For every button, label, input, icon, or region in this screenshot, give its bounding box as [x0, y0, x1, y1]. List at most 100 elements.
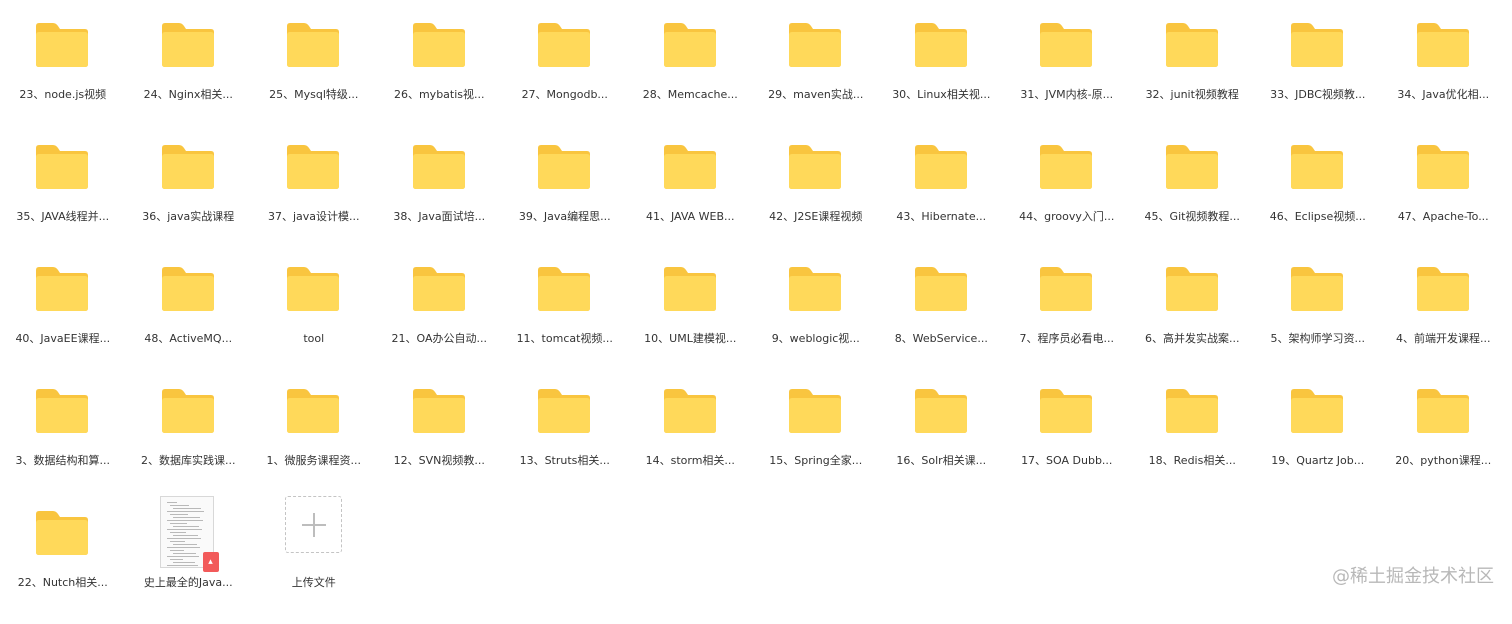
item-label: 9、weblogic视... — [771, 332, 860, 345]
folder-item[interactable]: 23、node.js视频 — [0, 14, 126, 136]
folder-thumb — [33, 502, 93, 568]
folder-item[interactable]: 35、JAVA线程并... — [0, 136, 126, 258]
folder-item[interactable]: 12、SVN视频教... — [377, 380, 503, 502]
folder-item[interactable]: 25、Mysql特级... — [251, 14, 377, 136]
folder-item[interactable]: 31、JVM内核-原... — [1004, 14, 1130, 136]
folder-item[interactable]: 6、高并发实战案... — [1130, 258, 1256, 380]
item-label: 38、Java面试培... — [393, 210, 486, 223]
folder-icon — [36, 267, 88, 311]
folder-item[interactable]: 33、JDBC视频教... — [1255, 14, 1381, 136]
folder-item[interactable]: 36、java实战课程 — [126, 136, 252, 258]
pdf-file-item[interactable]: ▴ 史上最全的Java... — [126, 496, 252, 624]
folder-thumb — [1288, 380, 1348, 446]
folder-thumb — [33, 380, 93, 446]
folder-item[interactable]: 29、maven实战... — [753, 14, 879, 136]
folder-item[interactable]: 11、tomcat视频... — [502, 258, 628, 380]
folder-icon — [1416, 23, 1469, 67]
folder-item[interactable]: 34、Java优化相... — [1381, 14, 1507, 136]
folder-item[interactable]: 41、JAVA WEB... — [628, 136, 754, 258]
folder-item[interactable]: 20、python课程... — [1381, 380, 1507, 502]
pdf-preview-line — [172, 508, 201, 509]
pdf-preview-line — [169, 532, 186, 533]
folder-thumb — [284, 14, 344, 80]
folder-thumb — [1288, 258, 1348, 324]
pdf-preview-line — [166, 565, 198, 566]
folder-item[interactable]: 47、Apache-To... — [1381, 136, 1507, 258]
folder-item[interactable]: 22、Nutch相关... — [0, 502, 126, 624]
folder-item[interactable]: 45、Git视频教程... — [1130, 136, 1256, 258]
folder-thumb — [912, 14, 972, 80]
folder-icon — [789, 23, 841, 67]
folder-icon — [1040, 267, 1092, 311]
folder-item[interactable]: 19、Quartz Job... — [1255, 380, 1381, 502]
folder-item[interactable]: 38、Java面试培... — [377, 136, 503, 258]
folder-item[interactable]: 3、数据结构和算... — [0, 380, 126, 502]
folder-icon — [1416, 145, 1469, 189]
folder-item[interactable]: 40、JavaEE课程... — [0, 258, 126, 380]
item-label: 12、SVN视频教... — [393, 454, 485, 467]
item-label: 28、Memcache... — [642, 88, 738, 101]
folder-thumb — [661, 258, 721, 324]
folder-thumb — [33, 136, 93, 202]
folder-item[interactable]: tool — [251, 258, 377, 380]
folder-item[interactable]: 32、junit视频教程 — [1130, 14, 1256, 136]
folder-item[interactable]: 37、java设计模... — [251, 136, 377, 258]
folder-item[interactable]: 15、Spring全家... — [753, 380, 879, 502]
folder-item[interactable]: 7、程序员必看电... — [1004, 258, 1130, 380]
folder-item[interactable]: 2、数据库实践课... — [126, 380, 252, 502]
folder-icon — [1291, 145, 1343, 189]
folder-item[interactable]: 14、storm相关... — [628, 380, 754, 502]
folder-item[interactable]: 16、Solr相关课... — [879, 380, 1005, 502]
folder-item[interactable]: 39、Java编程思... — [502, 136, 628, 258]
pdf-preview-line — [166, 520, 203, 521]
folder-icon — [412, 389, 465, 433]
pdf-preview-line — [166, 556, 199, 557]
folder-item[interactable]: 30、Linux相关视... — [879, 14, 1005, 136]
pdf-preview-line — [166, 529, 202, 530]
item-label: 41、JAVA WEB... — [645, 210, 735, 223]
folder-icon — [914, 267, 967, 311]
folder-item[interactable]: 28、Memcache... — [628, 14, 754, 136]
folder-item[interactable]: 18、Redis相关... — [1130, 380, 1256, 502]
item-label: 7、程序员必看电... — [1019, 332, 1115, 345]
item-label: 17、SOA Dubb... — [1021, 454, 1113, 467]
item-label: 10、UML建模视... — [644, 332, 737, 345]
folder-icon — [663, 145, 716, 189]
folder-item[interactable]: 1、微服务课程资... — [251, 380, 377, 502]
folder-item[interactable]: 10、UML建模视... — [628, 258, 754, 380]
folder-item[interactable]: 44、groovy入门... — [1004, 136, 1130, 258]
upload-file-button[interactable]: 上传文件 — [251, 496, 377, 624]
folder-item[interactable]: 4、前端开发课程... — [1381, 258, 1507, 380]
folder-item[interactable]: 27、Mongodb... — [502, 14, 628, 136]
folder-item[interactable]: 9、weblogic视... — [753, 258, 879, 380]
item-label: 40、JavaEE课程... — [15, 332, 111, 345]
plus-icon-vertical — [313, 513, 315, 537]
folder-icon — [412, 23, 465, 67]
folder-item[interactable]: 24、Nginx相关... — [126, 14, 252, 136]
folder-icon — [1165, 389, 1218, 433]
folder-thumb — [661, 14, 721, 80]
item-label: 36、java实战课程 — [142, 210, 235, 223]
folder-thumb — [1163, 14, 1223, 80]
folder-icon — [538, 23, 590, 67]
folder-icon — [789, 267, 841, 311]
item-label: tool — [303, 332, 325, 345]
folder-item[interactable]: 43、Hibernate... — [879, 136, 1005, 258]
folder-icon — [1291, 23, 1343, 67]
folder-icon — [1165, 23, 1218, 67]
item-label: 15、Spring全家... — [769, 454, 863, 467]
upload-box[interactable] — [285, 496, 342, 553]
folder-item[interactable]: 8、WebService... — [879, 258, 1005, 380]
folder-thumb — [410, 258, 470, 324]
folder-thumb — [1037, 258, 1097, 324]
folder-item[interactable]: 5、架构师学习资... — [1255, 258, 1381, 380]
folder-thumb — [1414, 14, 1474, 80]
pdf-preview-line — [166, 502, 177, 503]
folder-item[interactable]: 13、Struts相关... — [502, 380, 628, 502]
folder-item[interactable]: 26、mybatis视... — [377, 14, 503, 136]
folder-item[interactable]: 48、ActiveMQ... — [126, 258, 252, 380]
folder-item[interactable]: 17、SOA Dubb... — [1004, 380, 1130, 502]
folder-item[interactable]: 21、OA办公自动... — [377, 258, 503, 380]
folder-item[interactable]: 42、J2SE课程视频 — [753, 136, 879, 258]
folder-item[interactable]: 46、Eclipse视频... — [1255, 136, 1381, 258]
